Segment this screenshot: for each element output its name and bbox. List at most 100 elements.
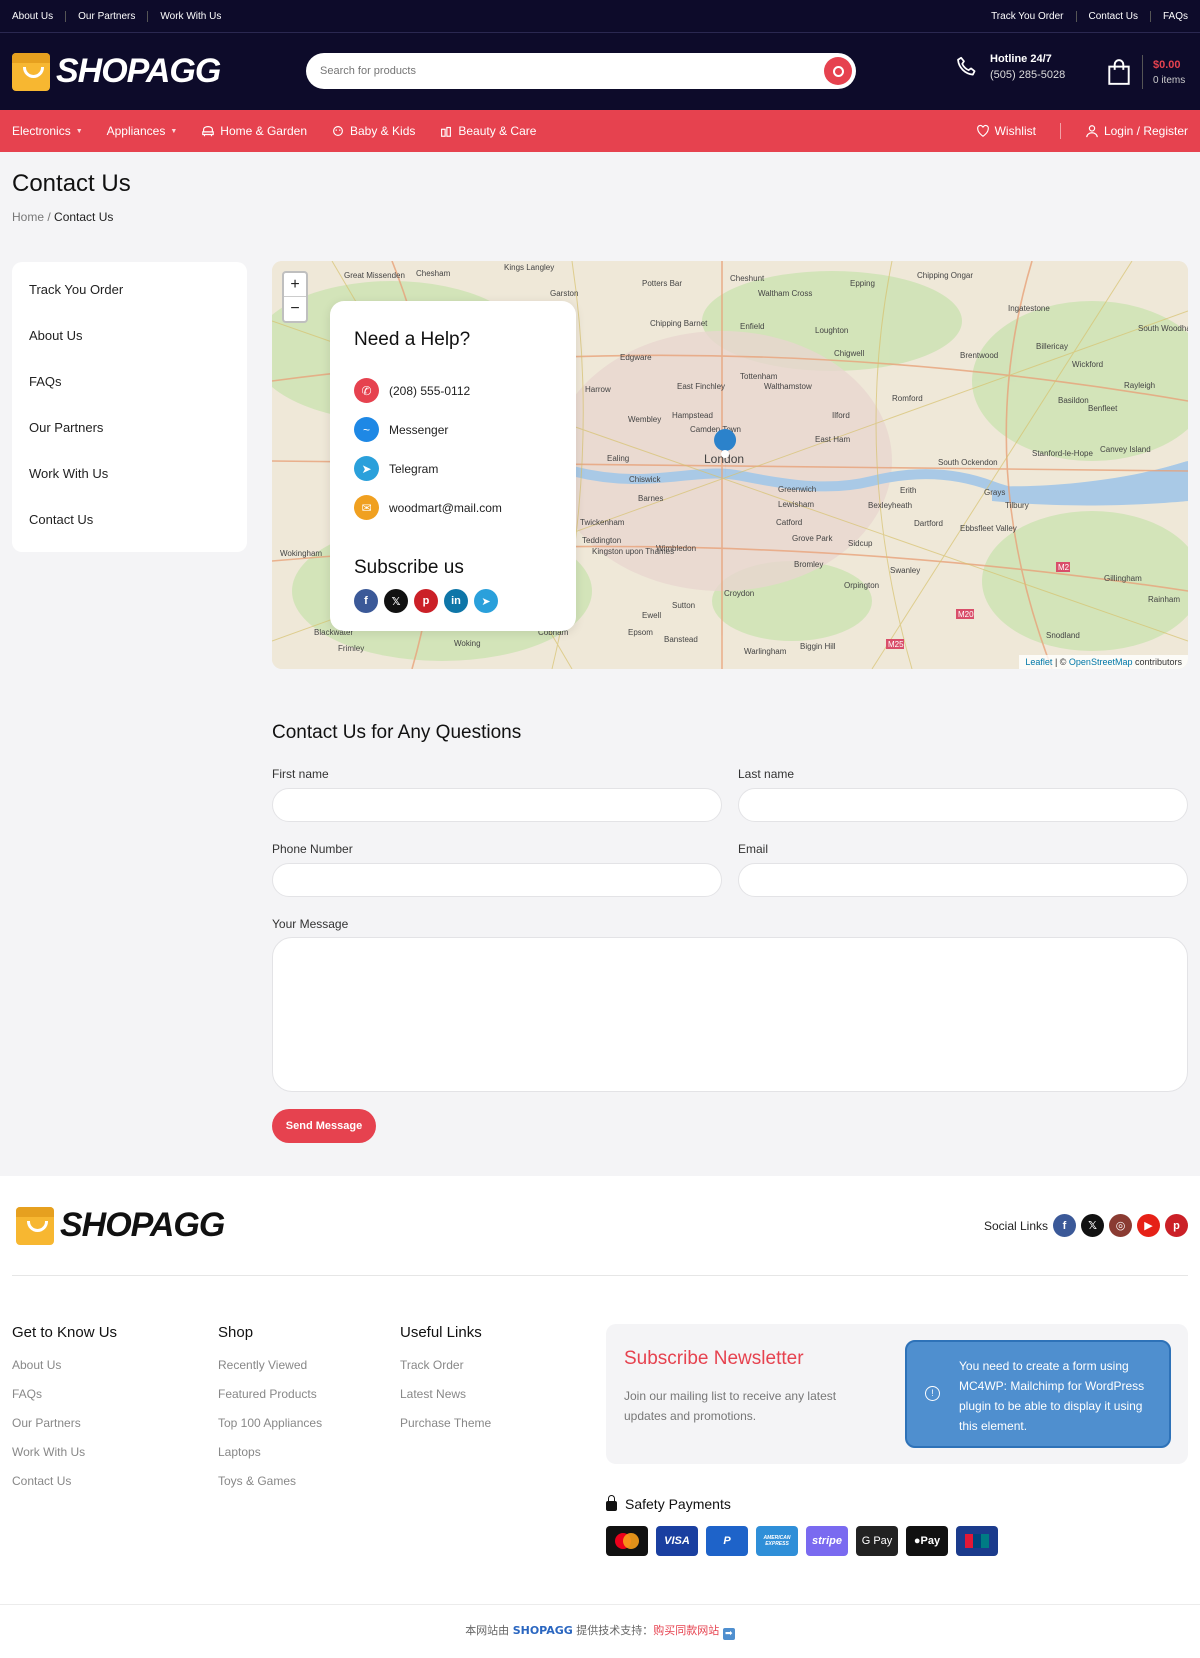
cart-total: $0.00	[1153, 58, 1181, 71]
telegram-icon[interactable]: ➤	[474, 589, 498, 613]
footer-link[interactable]: Purchase Theme	[400, 1416, 491, 1445]
footer-link[interactable]: About Us	[12, 1358, 117, 1387]
buy-site-link[interactable]: 购买同款网站	[653, 1624, 719, 1637]
payment-methods: VISA P AMERICAN EXPRESS stripe G Pay ● Pa…	[606, 1526, 998, 1556]
map-place-label: Wembley	[628, 415, 661, 424]
facebook-icon[interactable]: f	[1053, 1214, 1076, 1237]
footer-link[interactable]: Work With Us	[12, 1445, 117, 1474]
nav-label: Home & Garden	[220, 124, 307, 138]
map-road-label: M20	[958, 610, 974, 619]
hotline[interactable]: Hotline 24/7 (505) 285-5028	[954, 53, 1065, 81]
footer-link[interactable]: Top 100 Appliances	[218, 1416, 322, 1445]
map-place-label: Rayleigh	[1124, 381, 1155, 390]
footer-col-title: Get to Know Us	[12, 1324, 118, 1341]
subscribe-social-icons: f 𝕏 p in ➤	[354, 589, 552, 613]
zoom-out-button[interactable]: −	[284, 297, 306, 321]
footer-link[interactable]: Track Order	[400, 1358, 491, 1387]
email-input[interactable]	[738, 863, 1188, 897]
nav-home-garden[interactable]: Home & Garden	[201, 124, 307, 138]
top-link-faqs[interactable]: FAQs	[1149, 10, 1188, 22]
openstreetmap-link[interactable]: OpenStreetMap	[1069, 657, 1133, 667]
top-link-our-partners[interactable]: Our Partners	[65, 10, 147, 22]
breadcrumb-home[interactable]: Home	[12, 210, 44, 224]
x-twitter-icon[interactable]: 𝕏	[384, 589, 408, 613]
contact-label: Telegram	[389, 461, 439, 476]
x-twitter-icon[interactable]: 𝕏	[1081, 1214, 1104, 1237]
cart-bag-icon	[1108, 59, 1130, 85]
login-register-link[interactable]: Login / Register	[1085, 124, 1188, 138]
map-road-label: M25	[888, 640, 904, 649]
search-input[interactable]	[320, 65, 824, 77]
footer-link[interactable]: FAQs	[12, 1387, 117, 1416]
map[interactable]: Potters Bar Cheshunt Epping Chipping Ong…	[272, 261, 1188, 669]
map-place-label: Biggin Hill	[800, 642, 836, 651]
top-link-work-with-us[interactable]: Work With Us	[147, 10, 221, 22]
sidebar-menu: Track You Order About Us FAQs Our Partne…	[12, 262, 247, 552]
map-place-label: Edgware	[620, 353, 652, 362]
sidebar-item-track-order[interactable]: Track You Order	[12, 266, 247, 312]
instagram-icon[interactable]: ◎	[1109, 1214, 1132, 1237]
safety-payments-title: Safety Payments	[606, 1495, 731, 1512]
sidebar-item-our-partners[interactable]: Our Partners	[12, 404, 247, 450]
footer-link[interactable]: Latest News	[400, 1387, 491, 1416]
footer-link[interactable]: Our Partners	[12, 1416, 117, 1445]
pinterest-icon[interactable]: p	[1165, 1214, 1188, 1237]
nav-beauty-care[interactable]: Beauty & Care	[439, 124, 536, 138]
message-textarea[interactable]	[272, 937, 1188, 1092]
sidebar-item-contact-us[interactable]: Contact Us	[12, 496, 247, 542]
top-link-contact-us[interactable]: Contact Us	[1075, 10, 1150, 22]
map-place-label: Romford	[892, 394, 923, 403]
pinterest-icon[interactable]: p	[414, 589, 438, 613]
map-place-label: Ebbsfleet Valley	[960, 524, 1017, 533]
header: SHOPAGG Hotline 24/7 (505) 285-5028 $0.0…	[0, 33, 1200, 110]
sidebar-item-about-us[interactable]: About Us	[12, 312, 247, 358]
linkedin-icon[interactable]: in	[444, 589, 468, 613]
footer-link[interactable]: Toys & Games	[218, 1474, 322, 1503]
contact-email[interactable]: ✉ woodmart@mail.com	[354, 488, 552, 527]
zoom-in-button[interactable]: +	[284, 273, 306, 297]
cart[interactable]: $0.00 0 items	[1106, 55, 1185, 89]
footer-link[interactable]: Recently Viewed	[218, 1358, 322, 1387]
wishlist-link[interactable]: Wishlist	[976, 124, 1036, 138]
phone-input[interactable]	[272, 863, 722, 897]
top-link-track-order[interactable]: Track You Order	[991, 11, 1075, 22]
first-name-label: First name	[272, 767, 329, 781]
sidebar-item-faqs[interactable]: FAQs	[12, 358, 247, 404]
footer-logo[interactable]: SHOPAGG	[16, 1206, 225, 1245]
search-icon	[832, 65, 844, 77]
facebook-icon[interactable]: f	[354, 589, 378, 613]
last-name-input[interactable]	[738, 788, 1188, 822]
shopping-bag-logo-icon	[16, 1206, 54, 1245]
main-nav: Electronics ▼ Appliances ▼ Home & Garden B…	[0, 110, 1200, 152]
map-place-label: Basildon	[1058, 396, 1089, 405]
chevron-down-icon: ▼	[170, 127, 178, 135]
footer-link[interactable]: Featured Products	[218, 1387, 322, 1416]
last-name-label: Last name	[738, 767, 795, 781]
youtube-icon[interactable]: ▶	[1137, 1214, 1160, 1237]
leaflet-link[interactable]: Leaflet	[1025, 657, 1052, 667]
map-place-label: Teddington	[582, 536, 621, 545]
contact-telegram[interactable]: ➤ Telegram	[354, 449, 552, 488]
nav-appliances[interactable]: Appliances ▼	[107, 124, 178, 138]
search-button[interactable]	[824, 57, 852, 85]
contact-messenger[interactable]: ~ Messenger	[354, 410, 552, 449]
map-place-label: Warlingham	[744, 647, 787, 656]
footer-link[interactable]: Laptops	[218, 1445, 322, 1474]
sidebar-item-work-with-us[interactable]: Work With Us	[12, 450, 247, 496]
footer-link[interactable]: Contact Us	[12, 1474, 117, 1503]
footer-social-links: Social Links f 𝕏 ◎ ▶ p	[984, 1214, 1188, 1237]
social-links-label: Social Links	[983, 1218, 1048, 1233]
nav-baby-kids[interactable]: Baby & Kids	[331, 124, 415, 138]
map-attribution: Leaflet | © OpenStreetMap contributors	[1019, 655, 1188, 669]
contact-phone[interactable]: ✆ (208) 555-0112	[354, 371, 552, 410]
nav-electronics[interactable]: Electronics ▼	[12, 124, 83, 138]
top-link-about-us[interactable]: About Us	[12, 11, 65, 22]
copyright-pre: 本网站由	[465, 1624, 513, 1637]
map-place-label: Enfield	[740, 322, 764, 331]
send-message-button[interactable]: Send Message	[272, 1109, 376, 1143]
first-name-input[interactable]	[272, 788, 722, 822]
map-place-label: Tilbury	[1005, 501, 1029, 510]
map-place-label: Banstead	[664, 635, 698, 644]
site-logo[interactable]: SHOPAGG	[12, 52, 221, 91]
copyright-brand-link[interactable]: SHOPAGG	[513, 1624, 573, 1637]
